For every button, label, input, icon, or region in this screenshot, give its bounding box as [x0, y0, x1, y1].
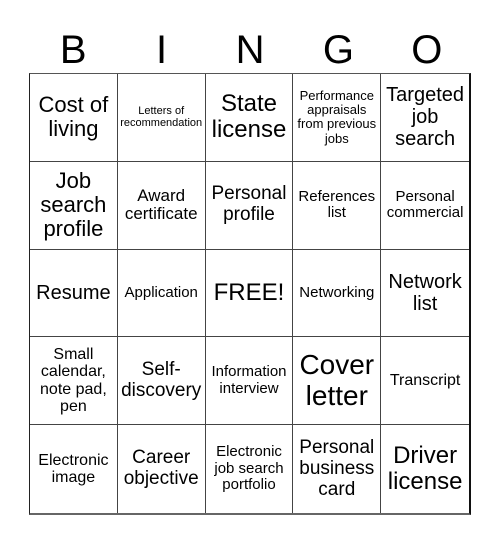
bingo-cell: Cover letter [293, 337, 382, 426]
bingo-cell: Resume [30, 249, 118, 338]
bingo-header: B I N G O [29, 28, 471, 72]
bingo-cell: Award certificate [117, 161, 206, 250]
bingo-cell: State license [205, 74, 294, 162]
bingo-cell: Electronic job search portfolio [206, 425, 294, 513]
header-letter-b: B [59, 28, 87, 72]
bingo-cell: Personal profile [205, 161, 294, 250]
bingo-cell: Information interview [205, 337, 294, 426]
bingo-cell: Letters of recommendation [117, 74, 206, 162]
bingo-cell: Self-discovery [117, 337, 206, 426]
bingo-grid: Cost of living Letters of recommendation… [29, 73, 471, 515]
bingo-cell: Small calendar, note pad, pen [30, 337, 118, 426]
bingo-cell: Networking [293, 249, 382, 338]
bingo-cell: Cost of living [30, 74, 118, 162]
bingo-cell: Personal business card [293, 425, 382, 513]
header-letter-o: O [411, 28, 443, 72]
bingo-cell: Performance appraisals from previous job… [293, 74, 382, 162]
bingo-cell: Personal commercial [381, 162, 469, 250]
bingo-cell: References list [293, 161, 382, 250]
bingo-cell: Application [117, 249, 206, 338]
bingo-cell: Targeted job search [381, 74, 469, 162]
free-space: FREE! [205, 249, 294, 338]
bingo-cell: Electronic image [30, 425, 118, 513]
bingo-cell: Transcript [381, 337, 469, 426]
bingo-cell: Network list [381, 250, 469, 338]
bingo-cell: Job search profile [30, 161, 118, 250]
header-letter-g: G [322, 28, 354, 72]
bingo-cell: Driver license [387, 441, 463, 496]
header-letter-i: I [156, 28, 168, 72]
bingo-cell: Career objective [118, 425, 206, 513]
header-letter-n: N [235, 28, 265, 72]
